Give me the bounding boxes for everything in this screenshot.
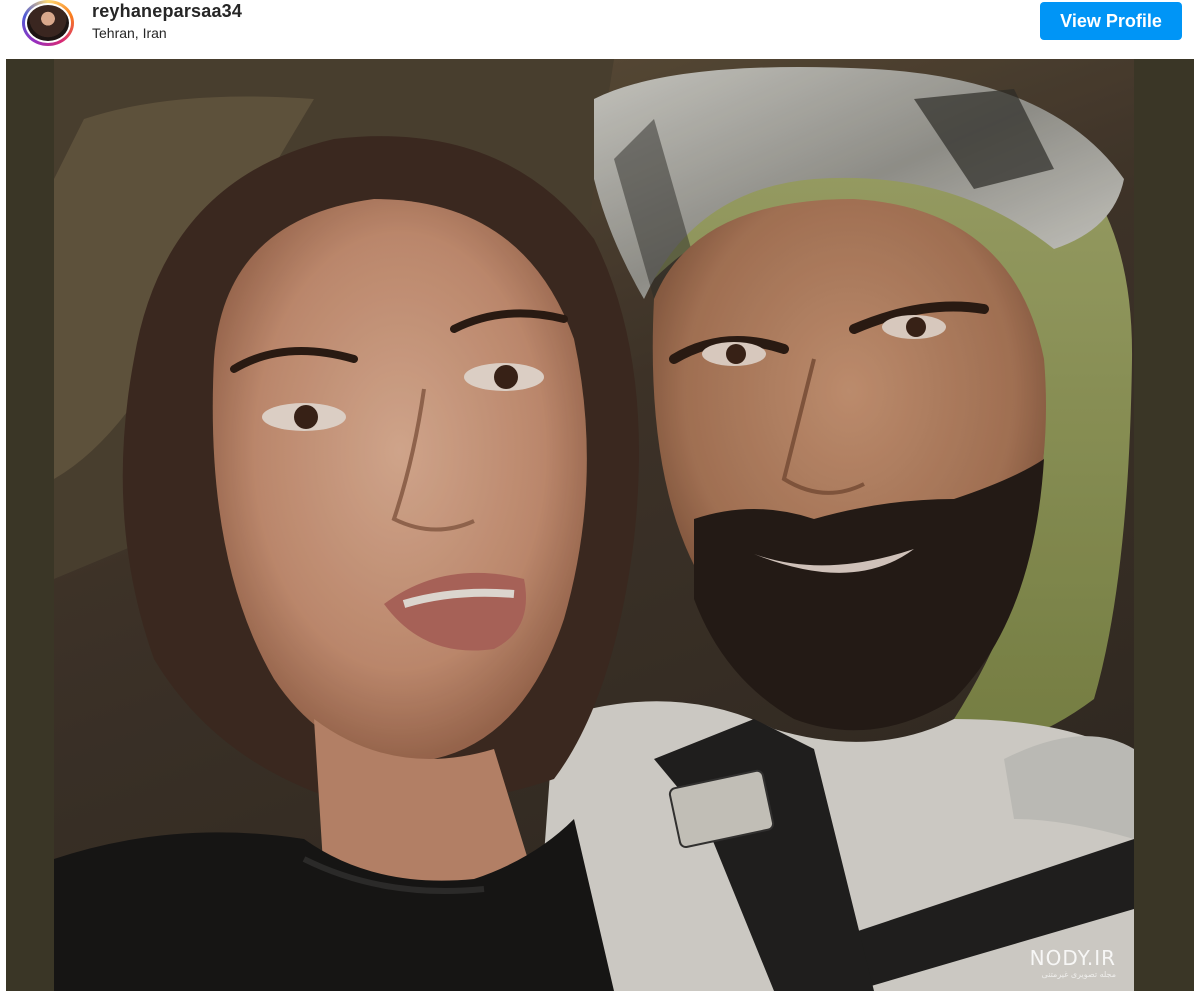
instagram-embed: reyhaneparsaa34 Tehran, Iran View Profil… [0,0,1200,991]
avatar[interactable] [25,3,71,43]
location-link[interactable]: Tehran, Iran [92,25,167,41]
watermark: NODY.IR مجله تصویری غیرمتنی [1030,946,1116,979]
post-photo[interactable]: NODY.IR مجله تصویری غیرمتنی [54,59,1134,991]
post-photo-frame: NODY.IR مجله تصویری غیرمتنی [6,59,1194,991]
avatar-story-ring[interactable] [22,0,74,46]
username-link[interactable]: reyhaneparsaa34 [92,1,242,22]
post-header: reyhaneparsaa34 Tehran, Iran View Profil… [0,0,1200,58]
view-profile-button[interactable]: View Profile [1040,2,1182,40]
selfie-photo-illustration [54,59,1134,991]
profile-avatar-icon [27,5,69,41]
watermark-subtext: مجله تصویری غیرمتنی [1041,970,1116,979]
watermark-text: NODY.IR [1029,946,1116,970]
